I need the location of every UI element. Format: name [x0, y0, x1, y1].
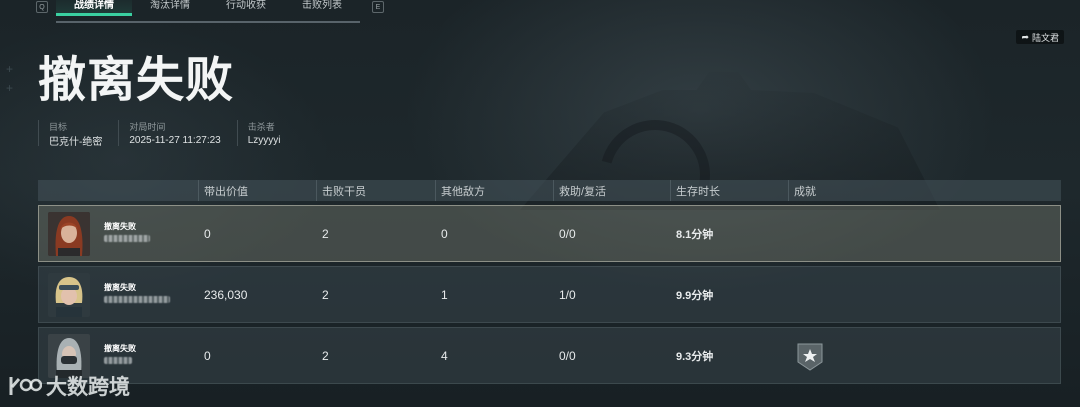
player-status: 撤离失败 [104, 222, 136, 231]
cell-operators-defeated: 2 [322, 348, 329, 363]
meta-label: 对局时间 [129, 122, 166, 132]
cell-survival-time: 8.1分钟 [676, 228, 714, 241]
player-name-redacted [104, 296, 170, 303]
tab-elimination-details[interactable]: 淘汰详情 [132, 0, 208, 13]
player-status: 撤离失败 [104, 344, 136, 353]
tab-list: 战绩详情 淘汰详情 行动收获 击败列表 [56, 0, 360, 23]
tab-action-loot[interactable]: 行动收获 [208, 0, 284, 13]
share-icon: ➦ [1021, 31, 1029, 42]
meta-label: 目标 [49, 122, 68, 132]
crosshair-mark: + [6, 81, 14, 95]
cell-assist-revive: 1/0 [559, 287, 576, 302]
table-row[interactable]: 撤离失败 0 2 4 0/0 9.3分钟 [38, 327, 1061, 384]
operator-avatar [48, 273, 90, 317]
crosshair-mark: + [6, 62, 14, 76]
key-hint-left[interactable]: Q [36, 1, 48, 13]
cell-extract-value: 236,030 [204, 287, 248, 302]
operator-avatar [48, 212, 90, 256]
tab-battle-details[interactable]: 战绩详情 [56, 0, 132, 16]
header-achievement: 成就 [788, 180, 816, 201]
header-operators-defeated: 击败干员 [316, 180, 366, 201]
cell-operators-defeated: 2 [322, 226, 329, 241]
meta-value: 2025-11-27 11:27:23 [129, 135, 221, 146]
cell-assist-revive: 0/0 [559, 348, 576, 363]
player-name-redacted [104, 235, 150, 242]
player-name-redacted [104, 357, 132, 364]
table-header: 带出价值 击败干员 其他敌方 救助/复活 生存时长 成就 [38, 180, 1061, 201]
meta-match-time: 对局时间 2025-11-27 11:27:23 [118, 120, 236, 146]
key-hint-right[interactable]: E [372, 1, 384, 13]
header-other-enemies: 其他敌方 [435, 180, 485, 201]
cell-other-enemies: 0 [441, 226, 448, 241]
header-assist-revive: 救助/复活 [553, 180, 606, 201]
cell-operators-defeated: 2 [322, 287, 329, 302]
cell-extract-value: 0 [204, 226, 211, 241]
watermark-logo-icon [9, 377, 42, 395]
cell-other-enemies: 1 [441, 287, 448, 302]
cell-survival-time: 9.9分钟 [676, 289, 714, 302]
results-table: 带出价值 击败干员 其他敌方 救助/复活 生存时长 成就 撤离失败 0 2 0 … [38, 180, 1061, 384]
cell-other-enemies: 4 [441, 348, 448, 363]
header-survival-time: 生存时长 [670, 180, 720, 201]
table-row[interactable]: 撤离失败 0 2 0 0/0 8.1分钟 [38, 205, 1061, 262]
table-row[interactable]: 撤离失败 236,030 2 1 1/0 9.9分钟 [38, 266, 1061, 323]
cell-survival-time: 9.3分钟 [676, 350, 714, 363]
player-status: 撤离失败 [104, 283, 136, 292]
meta-killer: 击杀者 Lzyyyyi [236, 120, 297, 146]
user-chip[interactable]: ➦ 陆文君 [1016, 30, 1064, 44]
achievement-badge-icon[interactable] [796, 342, 824, 372]
cell-extract-value: 0 [204, 348, 211, 363]
page-title: 撤离失败 [38, 54, 235, 107]
meta-value: Lzyyyyi [247, 135, 281, 146]
meta-target: 目标 巴克什-绝密 [38, 120, 118, 148]
watermark-text: 大数跨境 [46, 376, 130, 399]
meta-value: 巴克什-绝密 [49, 137, 103, 148]
meta-label: 击杀者 [247, 122, 275, 132]
watermark: 大数跨境 [8, 371, 130, 401]
top-tab-bar: Q 战绩详情 淘汰详情 行动收获 击败列表 E [36, 0, 384, 23]
header-extract-value: 带出价值 [198, 180, 248, 201]
cell-assist-revive: 0/0 [559, 226, 576, 241]
match-meta: 目标 巴克什-绝密 对局时间 2025-11-27 11:27:23 击杀者 L… [38, 120, 297, 148]
user-name: 陆文君 [1031, 32, 1059, 43]
tab-kill-list[interactable]: 击败列表 [284, 0, 360, 13]
